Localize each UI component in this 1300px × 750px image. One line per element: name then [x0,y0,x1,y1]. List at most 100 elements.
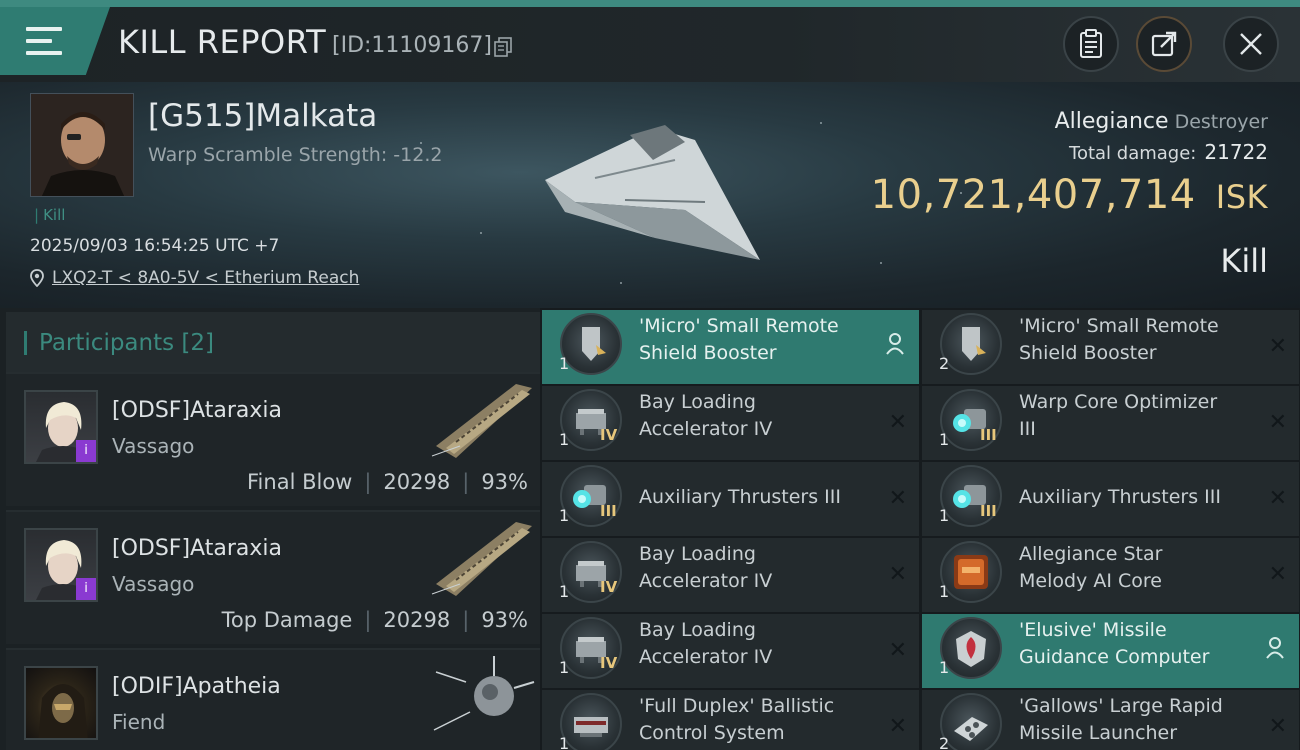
module-quantity: 1 [559,430,570,449]
guidance-computer-icon [940,617,1002,679]
participant-avatar[interactable]: i [24,390,98,464]
total-damage: Total damage: 21722 [1069,140,1268,164]
copy-icon[interactable] [494,37,512,57]
destroyed-x-icon: ✕ [888,714,907,739]
top-bar: KILL REPORT [ID:11109167] [0,0,1300,82]
kill-location-link[interactable]: LXQ2-T < 8A0-5V < Etherium Reach [30,268,359,288]
destroyed-x-icon: ✕ [888,638,907,663]
clipboard-icon [1080,29,1102,58]
module-name: Bay Loading Accelerator IV [639,619,773,668]
destroyed-x-icon: ✕ [1268,334,1287,359]
missile-launcher-icon [940,693,1002,750]
fitted-modules-grid: 1 'Micro' Small Remote Shield Booster 2 '… [542,308,1300,750]
module-slot[interactable]: 1 III Warp Core Optimizer III ✕ [922,386,1299,460]
close-button[interactable] [1223,16,1279,72]
module-quantity: 1 [939,582,950,601]
module-name: Warp Core Optimizer III [1019,391,1218,440]
ai-core-icon [940,541,1002,603]
module-quantity: 1 [939,506,950,525]
isk-amount: 10,721,407,714 [870,172,1196,218]
kill-timestamp: 2025/09/03 16:54:25 UTC +7 [30,236,280,256]
module-slot[interactable]: 2 'Micro' Small Remote Shield Booster ✕ [922,310,1299,384]
module-slot[interactable]: 1 'Full Duplex' Ballistic Control System … [542,690,919,750]
module-name: Auxiliary Thrusters III [1019,486,1221,508]
module-slot[interactable]: 1 IV Bay Loading Accelerator IV ✕ [542,386,919,460]
destroyed-x-icon: ✕ [888,486,907,511]
clipboard-button[interactable] [1063,16,1119,72]
module-tier: III [980,502,997,520]
kill-tag: | Kill [34,206,66,224]
participant-row[interactable]: i [ODSF]Ataraxia Vassago Top Damage | 202… [6,510,540,644]
module-quantity: 1 [559,658,570,677]
module-quantity: 1 [559,582,570,601]
participants-header: Participants [2] [6,312,540,374]
pilot-portrait-icon [31,94,133,196]
participant-ship-image [433,656,535,731]
module-tier: IV [600,654,618,672]
top-accent-strip [0,0,1300,7]
module-name: Bay Loading Accelerator IV [639,391,773,440]
victim-avatar[interactable] [30,93,134,197]
total-damage-value: 21722 [1204,140,1268,164]
participant-percent: 93% [481,608,528,632]
participants-panel: Participants [2] i [ODSF]Ataraxia Vassag… [0,308,540,750]
ballistic-control-icon [560,693,622,750]
participant-ship: Vassago [112,572,195,596]
module-tier: III [600,502,617,520]
ship-type: Allegiance Destroyer [1055,109,1268,134]
victim-ship-image [545,125,760,260]
destroyed-x-icon: ✕ [1268,486,1287,511]
module-slot[interactable]: 1 Allegiance Star Melody AI Core ✕ [922,538,1299,612]
module-slot[interactable]: 1 IV Bay Loading Accelerator IV ✕ [542,614,919,688]
share-icon [1151,31,1177,57]
module-slot[interactable]: 2 'Gallows' Large Rapid Missile Launcher … [922,690,1299,750]
destroyed-x-icon: ✕ [888,410,907,435]
destroyed-x-icon: ✕ [1268,562,1287,587]
participant-ship-image [431,522,532,596]
shield-booster-icon [560,313,622,375]
hamburger-icon [26,27,62,55]
module-quantity: 1 [939,658,950,677]
menu-button[interactable] [0,7,110,75]
participant-stats: Top Damage | 20298 | 93% [221,608,528,632]
module-slot[interactable]: 1 'Elusive' Missile Guidance Computer [922,614,1299,688]
pilot-portrait-icon [38,684,88,738]
participant-avatar[interactable]: i [24,528,98,602]
close-icon [1240,33,1262,55]
module-slot[interactable]: 1 IV Bay Loading Accelerator IV ✕ [542,538,919,612]
participant-ship: Vassago [112,434,195,458]
module-name: 'Micro' Small Remote Shield Booster [1019,315,1219,364]
participant-name[interactable]: [ODSF]Ataraxia [112,398,282,423]
participant-ship: Fiend [112,710,166,734]
participant-row[interactable]: [ODIF]Apatheia Fiend [6,648,540,750]
isk-unit: ISK [1215,178,1268,216]
destroyed-x-icon: ✕ [888,562,907,587]
module-quantity: 1 [559,734,570,750]
module-quantity: 1 [559,506,570,525]
module-name: Auxiliary Thrusters III [639,486,841,508]
module-slot[interactable]: 1 'Micro' Small Remote Shield Booster [542,310,919,384]
victim-name[interactable]: [G515]Malkata [148,98,377,134]
participants-title: Participants [2] [39,330,214,356]
location-pin-icon [30,269,44,287]
participant-damage: 20298 [383,608,451,632]
module-slot[interactable]: 1 III Auxiliary Thrusters III ✕ [542,462,919,536]
isk-value: 10,721,407,714 ISK [871,172,1268,218]
destroyed-x-icon: ✕ [1268,410,1287,435]
module-slot[interactable]: 1 III Auxiliary Thrusters III ✕ [922,462,1299,536]
participant-damage: 20298 [383,470,451,494]
module-tier: IV [600,578,618,596]
ship-name: Allegiance [1054,109,1169,134]
participant-row[interactable]: i [ODSF]Ataraxia Vassago Final Blow | 202… [6,372,540,506]
module-tier: IV [600,426,618,444]
participant-stats: Final Blow | 20298 | 93% [247,470,528,494]
destroyed-x-icon: ✕ [1268,714,1287,739]
victim-panel: [G515]Malkata Warp Scramble Strength: -1… [0,82,1300,308]
share-button[interactable] [1136,16,1192,72]
module-quantity: 2 [939,734,950,750]
participant-role: Top Damage [221,608,353,632]
location-text[interactable]: LXQ2-T < 8A0-5V < Etherium Reach [52,268,359,288]
participant-name[interactable]: [ODIF]Apatheia [112,674,281,699]
participant-name[interactable]: [ODSF]Ataraxia [112,536,282,561]
participant-avatar[interactable] [24,666,98,740]
